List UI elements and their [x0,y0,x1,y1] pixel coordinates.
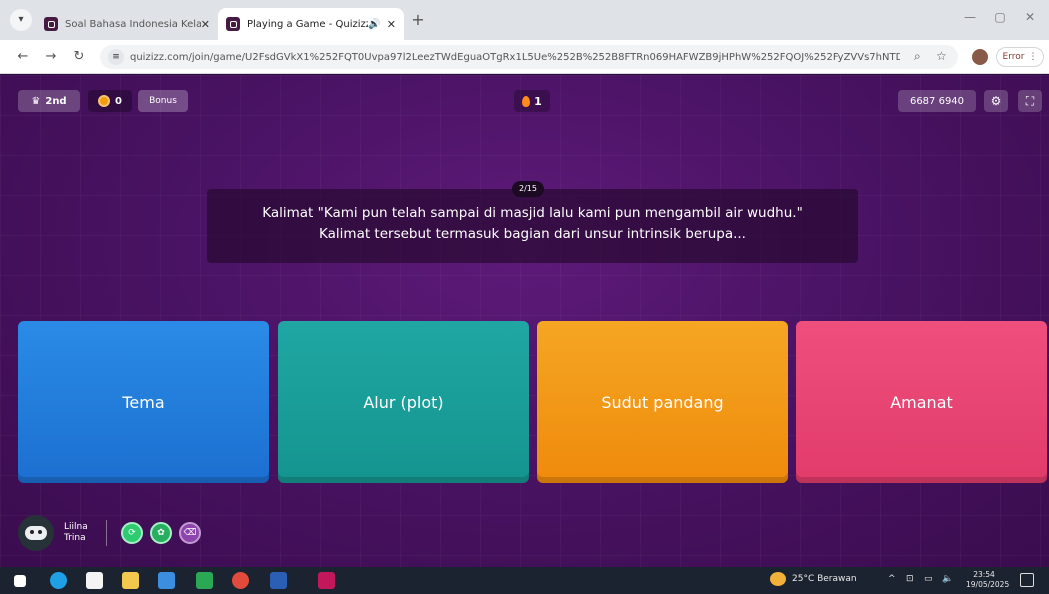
tray-chevron-icon[interactable]: ^ [888,574,896,584]
question-line-1: Kalimat "Kami pun telah sampai di masjid… [262,205,803,221]
powerup-eraser-icon[interactable]: ⌫ [179,522,201,544]
question-progress-badge: 2/15 [512,181,544,197]
trophy-icon: ♛ [31,95,41,107]
tab-search-icon[interactable]: ▾ [10,9,32,31]
clock-time: 23:54 [973,570,995,579]
quizizz-app-icon[interactable] [318,572,335,589]
error-button[interactable]: Error ⋮ [996,47,1044,67]
forward-arrow-icon[interactable]: → [42,48,60,66]
player-avatar [18,515,54,551]
player-last-name: Trina [64,533,86,543]
browser-toolbar: ← → ↻ ≡ quizizz.com/join/game/U2FsdGVkX1… [0,40,1049,74]
mail-icon[interactable] [158,572,175,589]
question-line-2: Kalimat tersebut termasuk bagian dari un… [319,226,746,242]
rank-value: 2nd [45,95,67,107]
player-name: Liilna Trina [64,522,98,544]
streak-value: 1 [534,94,542,108]
answer-label: Tema [122,392,165,412]
back-arrow-icon[interactable]: ← [14,48,32,66]
url-text: quizizz.com/join/game/U2FsdGVkX1%252FQT0… [130,51,900,63]
site-info-icon[interactable]: ≡ [108,49,124,65]
volume-icon[interactable]: 🔈 [942,574,953,584]
powerup-boost-icon[interactable]: ✿ [150,522,172,544]
reload-icon[interactable]: ↻ [70,48,88,66]
browser-tab-bar: ▾ Soal Bahasa Indonesia Kelas IX ✕ Playi… [0,0,1049,40]
whatsapp-icon[interactable] [196,572,213,589]
close-icon[interactable]: ✕ [201,18,210,31]
tab-title: Playing a Game - Quizizz [247,18,369,30]
coin-value: 0 [115,95,122,107]
flame-icon [522,95,531,107]
bonus-button[interactable]: Bonus [138,90,188,112]
chrome-icon[interactable] [232,572,249,589]
answer-options: Tema Alur (plot) Sudut pandang Amanat [18,321,1047,483]
clock[interactable]: 23:54 19/05/2025 [966,570,1010,590]
rank-badge: ♛ 2nd [18,90,80,112]
answer-option-3[interactable]: Sudut pandang [537,321,788,483]
answer-label: Alur (plot) [363,392,444,412]
answer-label: Sudut pandang [601,392,724,412]
maximize-icon[interactable]: ▢ [985,10,1015,24]
question-text: Kalimat "Kami pun telah sampai di masjid… [207,203,858,245]
word-icon[interactable] [270,572,287,589]
more-menu-icon: ⋮ [1028,52,1038,62]
edge-browser-icon[interactable] [50,572,67,589]
player-info: Liilna Trina ⟳ ✿ ⌫ [18,513,208,553]
network-icon[interactable]: ⊡ [906,574,914,584]
answer-label: Amanat [890,392,953,412]
profile-avatar[interactable] [972,49,988,65]
settings-gear-icon[interactable]: ⚙ [984,90,1008,112]
fullscreen-icon[interactable]: ⛶ [1018,90,1042,112]
player-first-name: Liilna [64,522,88,532]
windows-start-icon[interactable] [14,575,26,587]
address-bar[interactable]: ≡ quizizz.com/join/game/U2FsdGVkX1%252FQ… [100,45,958,69]
close-icon[interactable]: ✕ [387,18,396,31]
new-tab-button[interactable]: + [408,10,428,30]
quizizz-favicon-icon [44,17,58,31]
windows-taskbar: 25°C Berawan ^ ⊡ ▭ 🔈 23:54 19/05/2025 [0,567,1049,594]
answer-option-4[interactable]: Amanat [796,321,1047,483]
speaker-icon[interactable]: 🔊 [368,19,380,30]
tab-soal-bahasa[interactable]: Soal Bahasa Indonesia Kelas IX ✕ [36,8,218,40]
answer-option-1[interactable]: Tema [18,321,269,483]
notification-icon[interactable] [1020,573,1034,587]
zoom-icon[interactable]: ⌕ [914,49,921,64]
coin-icon [98,95,111,107]
answer-option-2[interactable]: Alur (plot) [278,321,529,483]
divider [106,520,107,546]
quiz-game-area: ♛ 2nd 0 Bonus 1 6687 6940 ⚙ ⛶ Kalimat "K… [0,75,1049,567]
star-icon[interactable]: ☆ [936,49,947,63]
error-label: Error [1002,52,1025,62]
file-explorer-icon[interactable] [122,572,139,589]
game-top-bar: ♛ 2nd 0 Bonus 1 6687 6940 ⚙ ⛶ [0,75,1049,125]
powerup-double-icon[interactable]: ⟳ [121,522,143,544]
quizizz-favicon-icon [226,17,240,31]
window-close-icon[interactable]: ✕ [1015,10,1045,24]
weather-icon [770,572,786,586]
streak-counter: 1 [514,90,550,112]
minimize-icon[interactable]: — [955,10,985,24]
tab-title: Soal Bahasa Indonesia Kelas IX [65,18,201,30]
battery-icon[interactable]: ▭ [924,574,933,584]
weather-text[interactable]: 25°C Berawan [792,574,857,584]
store-icon[interactable] [86,572,103,589]
question-card: Kalimat "Kami pun telah sampai di masjid… [207,189,858,263]
game-code: 6687 6940 [898,90,976,112]
clock-date: 19/05/2025 [966,580,1010,589]
coin-counter: 0 [88,90,132,112]
tab-playing-game[interactable]: Playing a Game - Quizizz 🔊 ✕ [218,8,404,40]
